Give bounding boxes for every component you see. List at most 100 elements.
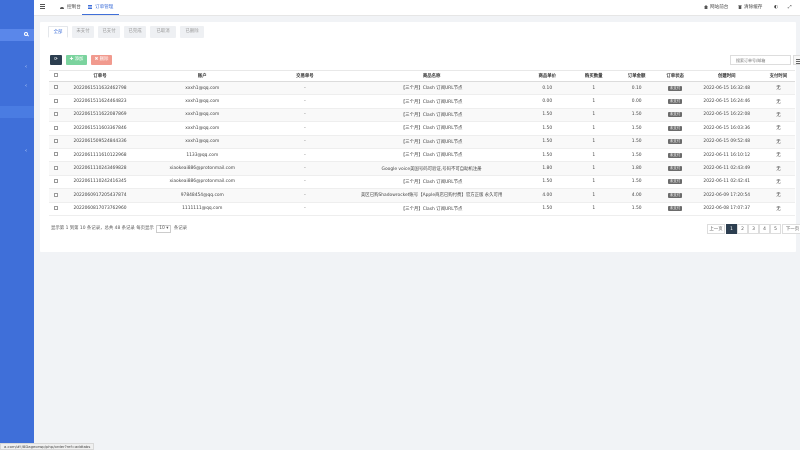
cell-amount: 1.50	[614, 175, 659, 190]
cell-created-time: 2022-06-09 17:20:54	[691, 188, 762, 203]
cell-created-time: 2022-06-08 17:07:37	[691, 202, 762, 216]
select-all-checkbox[interactable]	[49, 70, 64, 82]
tab-cancelled[interactable]: 已取消	[150, 26, 176, 38]
page-button[interactable]: 5	[770, 224, 781, 234]
checkbox[interactable]	[54, 139, 59, 143]
table-row[interactable]: 2022061511624464823 xxxh1@qq.com - 【三个月】Cla…	[49, 94, 795, 109]
table-row[interactable]: 2022061511603367846 xxxh1@qq.com - 【三个月】Cla…	[49, 121, 795, 136]
table-row[interactable]: 2022061511622087869 xxxh1@qq.com - 【三个月】Cla…	[49, 108, 795, 123]
col-order-no[interactable]: 订单号	[63, 70, 137, 82]
chevron-left-icon: ‹	[25, 83, 27, 89]
row-checkbox[interactable]	[49, 188, 64, 203]
delete-button[interactable]: ✖ 删除	[91, 55, 112, 65]
fullscreen-icon[interactable]: ⤢	[788, 0, 792, 15]
cell-unit-price: 1.50	[521, 121, 573, 136]
cell-account: xxxh1@qq.com	[136, 81, 269, 96]
col-transaction-no[interactable]: 交易单号	[268, 70, 342, 82]
col-product-name[interactable]: 商品名称	[341, 70, 522, 82]
status-badge: 未支付	[667, 99, 683, 105]
theme-toggle-icon[interactable]: ◐	[774, 0, 778, 15]
frontend-link[interactable]: 网站前台	[704, 0, 728, 15]
checkbox[interactable]	[54, 85, 59, 90]
row-checkbox[interactable]	[49, 135, 64, 149]
table-row[interactable]: 2022060917205437874 97848454@qq.com - 美区已购S…	[49, 188, 795, 203]
cell-quantity: 1	[572, 202, 615, 216]
cell-unit-price: 1.50	[521, 148, 573, 163]
checkbox[interactable]	[54, 165, 59, 170]
cell-paid-time: 无	[761, 135, 795, 149]
sidebar-item-group-3[interactable]: ‹	[0, 148, 34, 160]
cell-quantity: 1	[572, 188, 615, 203]
checkbox[interactable]	[54, 98, 59, 103]
table-row[interactable]: 2022061110243469828 xiaokeai886@protonmai…	[49, 161, 795, 176]
col-paid[interactable]: 支付时间	[761, 70, 795, 82]
tab-deleted[interactable]: 已删除	[180, 26, 204, 38]
row-checkbox[interactable]	[49, 202, 64, 216]
table-row[interactable]: 2022061511632462798 xxxh1@qq.com - 【三个月】Cla…	[49, 81, 795, 96]
row-checkbox[interactable]	[49, 81, 64, 96]
frontend-link-label: 网站前台	[710, 5, 729, 10]
add-button[interactable]: ✚ 添加	[66, 55, 87, 65]
sidebar-search[interactable]	[0, 29, 34, 41]
cell-unit-price: 0.10	[521, 81, 573, 96]
cell-product-name: 【三个月】Clash 订阅URL节点	[341, 202, 522, 216]
checkbox[interactable]	[54, 125, 59, 130]
cell-amount: 4.00	[614, 188, 659, 203]
col-quantity[interactable]: 购买数量	[572, 70, 615, 82]
page-button[interactable]: 1	[726, 224, 737, 234]
checkbox[interactable]	[54, 179, 59, 184]
col-unit-price[interactable]: 商品单价	[521, 70, 573, 82]
clear-cache-button[interactable]: 清除缓存	[738, 0, 762, 15]
sidebar-item-group-2[interactable]: ‹	[0, 83, 34, 95]
cell-paid-time: 无	[761, 121, 795, 136]
row-checkbox[interactable]	[49, 148, 64, 163]
table-row[interactable]: 2022061111610122968 1133@qq.com - 【三个月】Clas…	[49, 148, 795, 163]
sidebar-item-group-1[interactable]: ‹	[0, 64, 34, 76]
page-button[interactable]: 3	[748, 224, 759, 234]
row-checkbox[interactable]	[49, 108, 64, 123]
cell-transaction-no: -	[268, 202, 342, 216]
col-amount[interactable]: 订单金额	[614, 70, 659, 82]
row-checkbox[interactable]	[49, 175, 64, 190]
tab-all[interactable]: 全部	[48, 26, 68, 38]
page-button[interactable]: 4	[759, 224, 770, 234]
checkbox[interactable]	[54, 152, 59, 157]
col-account[interactable]: 账户	[136, 70, 269, 82]
search-input[interactable]	[730, 55, 791, 65]
next-page-button[interactable]: 下一页	[782, 224, 800, 234]
table-row[interactable]: 2022061509524844336 xxxh1@qq.com - 【三个月】Cla…	[49, 135, 795, 149]
tab-unpaid[interactable]: 未支付	[72, 26, 94, 38]
row-checkbox[interactable]	[49, 121, 64, 136]
cell-amount: 1.50	[614, 121, 659, 136]
tab-paid[interactable]: 已支付	[98, 26, 120, 38]
refresh-button[interactable]: ⟳	[50, 55, 62, 65]
checkbox[interactable]	[54, 192, 59, 197]
col-status[interactable]: 订单状态	[658, 70, 692, 82]
tab-orders[interactable]: 订单管理	[82, 0, 120, 15]
cell-product-name: Google voice美国号码可验证,号码不可自助机注册	[341, 161, 522, 176]
cell-account: 1133@qq.com	[136, 148, 269, 163]
table-row[interactable]: 2022061110242416345 xiaokeai886@protonmai…	[49, 175, 795, 190]
cell-unit-price: 0.00	[521, 94, 573, 109]
columns-toggle-icon[interactable]	[793, 55, 800, 65]
page-button[interactable]: 2	[737, 224, 748, 234]
prev-page-button[interactable]: 上一页	[707, 224, 725, 234]
table-row[interactable]: 2022060817073762960 1111111@qq.com - 【三个月】C…	[49, 202, 795, 216]
sidebar-item-orders[interactable]	[0, 106, 34, 118]
menu-toggle-icon[interactable]	[40, 4, 45, 9]
checkbox[interactable]	[54, 112, 59, 117]
cell-transaction-no: -	[268, 94, 342, 109]
cell-product-name: 【三个月】Clash 订阅URL节点	[341, 135, 522, 149]
cell-created-time: 2022-06-15 16:22:08	[691, 108, 762, 123]
cell-order-no: 2022061110243469828	[63, 161, 137, 176]
cell-unit-price: 1.80	[521, 161, 573, 176]
caret-down-icon: ▾	[166, 226, 169, 231]
row-checkbox[interactable]	[49, 94, 64, 109]
col-created[interactable]: 创建时间	[691, 70, 762, 82]
checkbox[interactable]	[54, 205, 59, 210]
cell-quantity: 1	[572, 108, 615, 123]
page-size-select[interactable]: 10 ▾	[156, 225, 172, 233]
tab-completed[interactable]: 已完成	[124, 26, 146, 38]
cell-status: 未支付	[658, 188, 692, 203]
row-checkbox[interactable]	[49, 161, 64, 176]
